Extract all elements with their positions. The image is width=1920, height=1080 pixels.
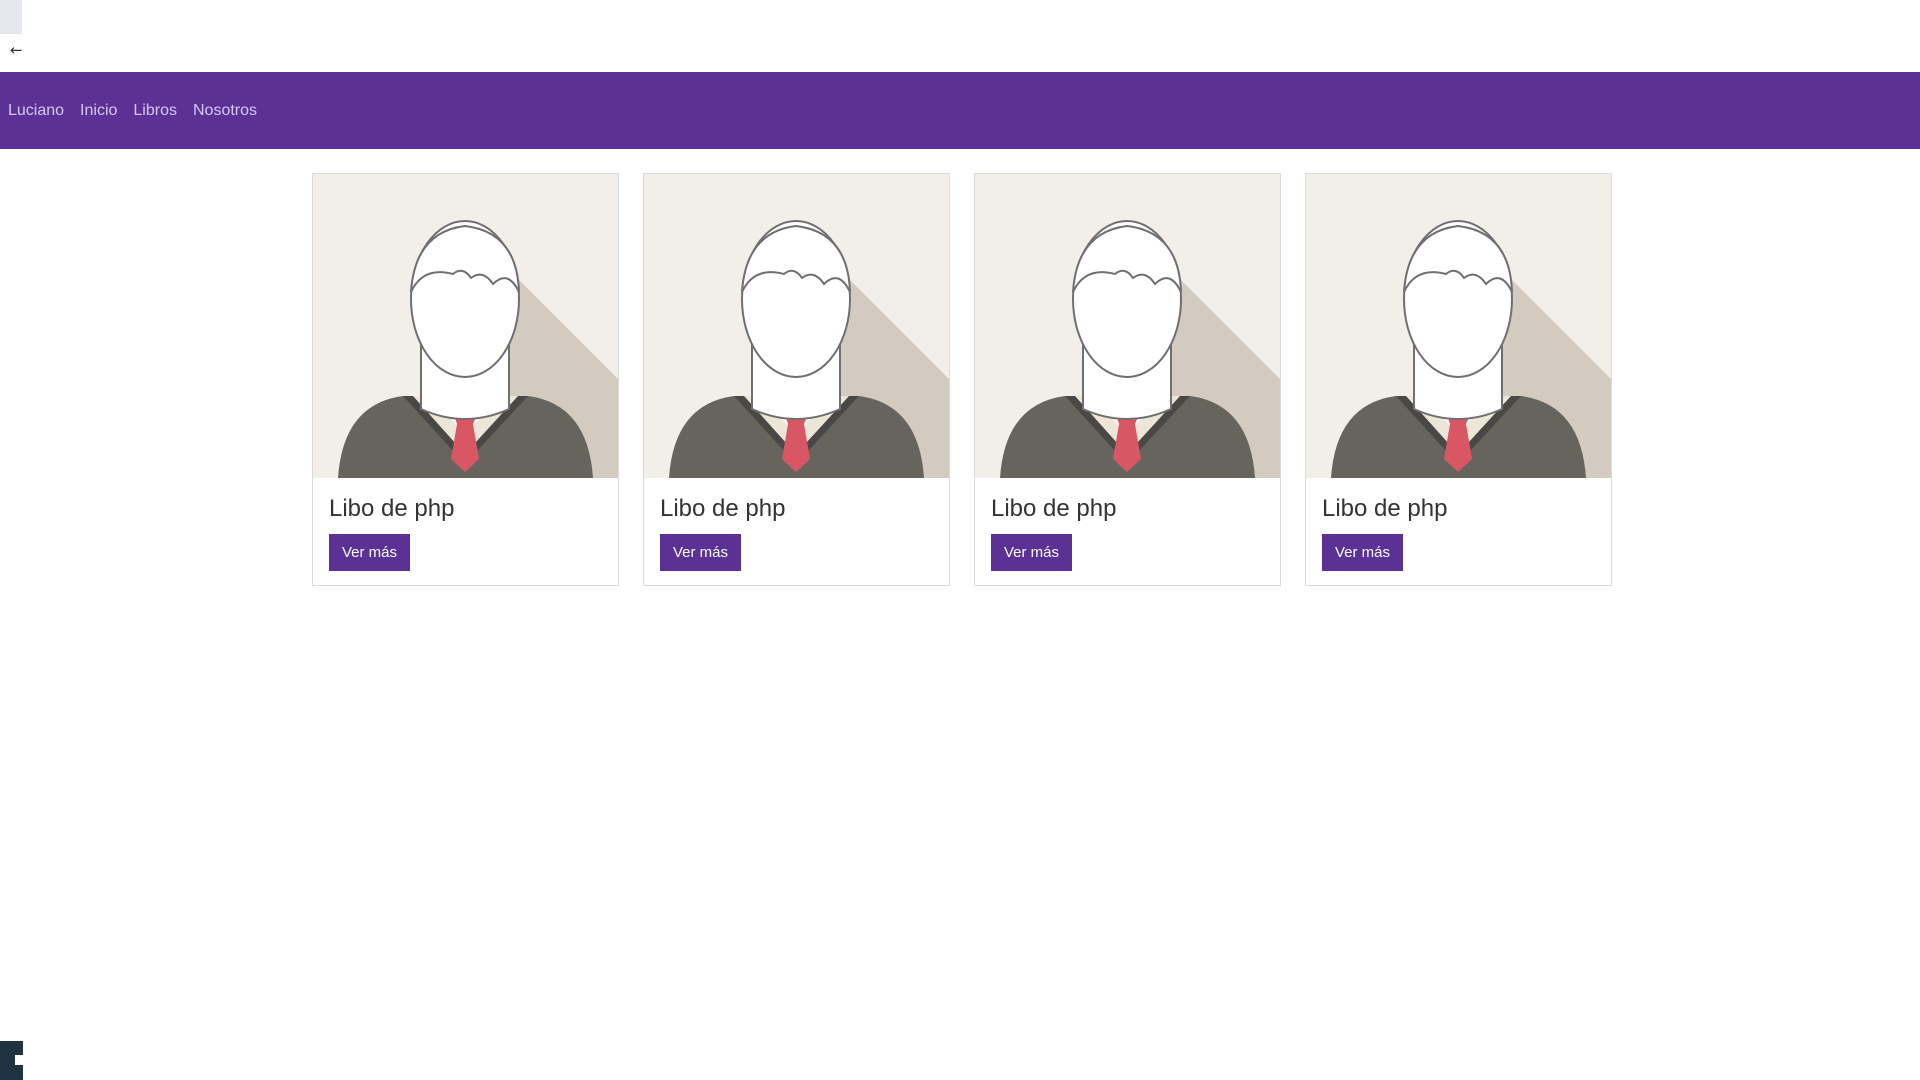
book-card-list: Libo de php Ver más Libo de php Ver más (312, 173, 1612, 586)
nav-link-nosotros[interactable]: Nosotros (193, 102, 257, 120)
avatar-placeholder-image (1306, 174, 1611, 478)
ver-mas-button[interactable]: Ver más (991, 534, 1073, 571)
ver-mas-button[interactable]: Ver más (1322, 534, 1404, 571)
avatar-placeholder-image (313, 174, 618, 478)
navbar: Luciano Inicio Libros Nosotros (0, 72, 1920, 149)
card-title: Libo de php (660, 495, 786, 522)
card-title: Libo de php (1322, 495, 1448, 522)
card-title: Libo de php (991, 495, 1117, 522)
ver-mas-button[interactable]: Ver más (660, 534, 742, 571)
book-card: Libo de php Ver más (1305, 173, 1612, 586)
avatar-placeholder-image (975, 174, 1280, 478)
taskbar-edge (0, 1041, 23, 1080)
book-card: Libo de php Ver más (974, 173, 1281, 586)
back-arrow-icon[interactable]: ← (10, 42, 26, 58)
book-card: Libo de php Ver más (312, 173, 619, 586)
nav-link-inicio[interactable]: Inicio (80, 102, 117, 120)
windows-start-icon[interactable] (15, 1055, 23, 1065)
navbar-brand[interactable]: Luciano (8, 102, 64, 120)
nav-link-libros[interactable]: Libros (133, 102, 177, 120)
book-card: Libo de php Ver más (643, 173, 950, 586)
card-title: Libo de php (329, 495, 455, 522)
browser-tab-strip (0, 0, 22, 34)
browser-chrome-edge: ← (0, 0, 23, 72)
avatar-placeholder-image (644, 174, 949, 478)
ver-mas-button[interactable]: Ver más (329, 534, 411, 571)
